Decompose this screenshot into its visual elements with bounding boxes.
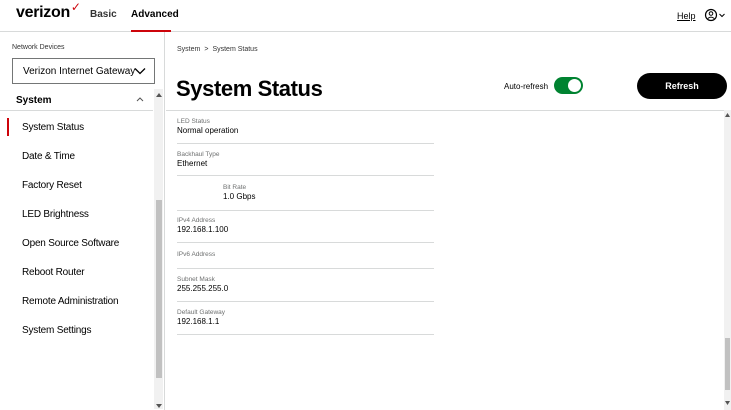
breadcrumb-current: System Status <box>212 46 258 53</box>
field-subnet-mask: Subnet Mask 255.255.255.0 <box>177 270 434 302</box>
field-ipv4-address: IPv4 Address 192.168.1.100 <box>177 212 434 243</box>
field-label: IPv4 Address <box>177 217 216 224</box>
refresh-button[interactable]: Refresh <box>637 73 727 99</box>
sidebar-item-label: Date & Time <box>22 151 75 162</box>
scroll-down-arrow-icon[interactable] <box>156 404 162 408</box>
field-default-gateway: Default Gateway 192.168.1.1 <box>177 303 434 335</box>
sidebar-item-system-status[interactable]: System Status <box>0 116 153 140</box>
breadcrumb-separator: > <box>204 46 209 53</box>
verizon-logo[interactable]: verizon✓ <box>16 0 81 22</box>
field-value: 1.0 Gbps <box>223 192 256 201</box>
sidebar-scrollbar-thumb[interactable] <box>156 200 162 378</box>
sidebar-section-system[interactable]: System <box>0 89 153 111</box>
field-led-status: LED Status Normal operation <box>177 113 434 144</box>
sidebar-item-label: LED Brightness <box>22 209 89 220</box>
field-label: Bit Rate <box>223 184 247 191</box>
top-navigation-bar: verizon✓ Basic Advanced Help <box>0 0 731 32</box>
field-ipv6-address: IPv6 Address <box>177 244 434 269</box>
user-circle-icon[interactable] <box>704 8 728 22</box>
active-item-indicator <box>7 118 9 136</box>
breadcrumb-root[interactable]: System <box>177 46 200 53</box>
sidebar-item-factory-reset[interactable]: Factory Reset <box>0 174 153 198</box>
sidebar-item-label: System Settings <box>22 325 92 336</box>
nav-tab-basic[interactable]: Basic <box>90 9 117 20</box>
auto-refresh-label: Auto-refresh <box>504 82 549 91</box>
breadcrumb: System > System Status <box>177 46 258 53</box>
sidebar: Network Devices Verizon Internet Gateway… <box>0 32 165 410</box>
sidebar-item-remote-administration[interactable]: Remote Administration <box>0 290 153 314</box>
sidebar-item-reboot-router[interactable]: Reboot Router <box>0 261 153 285</box>
field-value: 255.255.255.0 <box>177 284 229 293</box>
field-value: Normal operation <box>177 126 239 135</box>
field-label: LED Status <box>177 118 210 125</box>
sidebar-item-led-brightness[interactable]: LED Brightness <box>0 203 153 227</box>
chevron-down-icon <box>134 68 146 75</box>
field-value: 192.168.1.100 <box>177 225 229 234</box>
sidebar-item-label: Reboot Router <box>22 267 85 278</box>
main-scrollbar-thumb[interactable] <box>725 338 730 390</box>
sidebar-item-label: Remote Administration <box>22 296 119 307</box>
scroll-down-arrow-icon[interactable] <box>725 401 730 405</box>
sidebar-item-open-source-software[interactable]: Open Source Software <box>0 232 153 256</box>
help-link[interactable]: Help <box>677 11 696 21</box>
scroll-up-arrow-icon[interactable] <box>725 113 730 117</box>
sidebar-item-system-settings[interactable]: System Settings <box>0 319 153 343</box>
chevron-up-icon <box>136 97 144 102</box>
sidebar-item-label: System Status <box>22 122 84 133</box>
field-bit-rate: Bit Rate 1.0 Gbps <box>177 177 434 211</box>
toggle-knob <box>568 79 581 92</box>
scroll-up-arrow-icon[interactable] <box>156 93 162 97</box>
device-select-value: Verizon Internet Gateway <box>23 65 136 77</box>
nav-tab-advanced[interactable]: Advanced <box>131 9 179 20</box>
sidebar-item-label: Open Source Software <box>22 238 120 249</box>
network-devices-label: Network Devices <box>12 44 65 51</box>
field-value: 192.168.1.1 <box>177 317 220 326</box>
sidebar-item-label: Factory Reset <box>22 180 82 191</box>
network-device-select[interactable]: Verizon Internet Gateway <box>12 58 155 84</box>
field-backhaul-type: Backhaul Type Ethernet <box>177 145 434 176</box>
field-label: Backhaul Type <box>177 151 220 158</box>
field-label: Default Gateway <box>177 309 226 316</box>
header-divider <box>166 110 724 111</box>
sidebar-section-title: System <box>16 95 52 106</box>
field-label: IPv6 Address <box>177 251 216 258</box>
auto-refresh-toggle[interactable] <box>554 77 583 94</box>
field-value: Ethernet <box>177 159 208 168</box>
page-title: System Status <box>176 76 323 101</box>
sidebar-item-date-time[interactable]: Date & Time <box>0 145 153 169</box>
field-label: Subnet Mask <box>177 276 215 283</box>
